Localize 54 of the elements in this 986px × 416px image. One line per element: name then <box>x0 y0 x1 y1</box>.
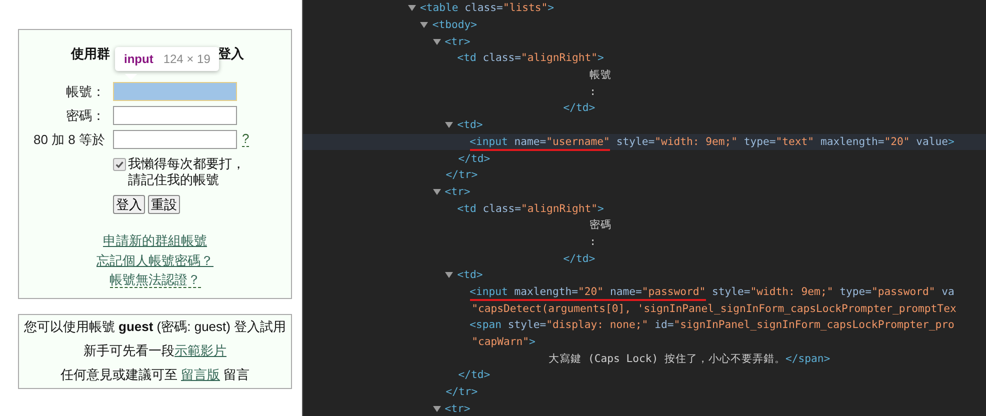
help-link[interactable]: 申請新的群組帳號 <box>103 232 207 250</box>
code-line[interactable]: </td> <box>563 102 596 114</box>
tooltip-pointer-icon <box>125 74 137 80</box>
expand-arrow-icon[interactable] <box>408 4 416 12</box>
code-line[interactable]: </td> <box>458 152 490 165</box>
expand-arrow-icon[interactable] <box>445 271 454 280</box>
code-line[interactable]: <td class="alignRight"> <box>457 52 604 64</box>
remember-label: 我懶得每次都要打，請記住我的帳號 <box>128 156 246 188</box>
code-line[interactable]: <tr> <box>444 186 470 198</box>
code-line[interactable]: <td class="alignRight"> <box>457 202 604 215</box>
guest-note: 您可以使用帳號 guest (密碼: guest) 登入試用 <box>24 318 286 336</box>
form-button[interactable]: 登入 <box>113 195 145 214</box>
expand-arrow-icon[interactable] <box>432 38 441 46</box>
code-line[interactable]: </td> <box>458 369 490 382</box>
help-link[interactable]: ? <box>242 132 250 147</box>
code-line[interactable]: <tr> <box>444 402 470 415</box>
code-line[interactable]: <span style="display: none;" id="signInPanel_signInForm_capsLockPrompter_pro <box>470 319 954 332</box>
help-link[interactable]: 帳號無法認證？ <box>110 272 200 288</box>
code-line[interactable]: "capWarn"> <box>472 336 536 348</box>
code-line[interactable]: <td> <box>457 119 483 132</box>
input-field[interactable] <box>113 82 237 101</box>
code-line[interactable]: : <box>590 86 596 98</box>
input-field[interactable] <box>113 130 237 149</box>
code-line[interactable]: 大寫鍵 (Caps Lock) 按住了，小心不要弄錯。</span> <box>548 352 830 366</box>
video-note: 新手可先看一段示範影片 <box>84 342 226 360</box>
code-line[interactable]: <table class="lists"> <box>420 2 554 14</box>
form-button[interactable]: 重設 <box>148 195 180 214</box>
code-line[interactable]: <tbody> <box>432 19 478 32</box>
video-link[interactable]: 示範影片 <box>174 343 226 358</box>
expand-arrow-icon[interactable] <box>432 188 441 196</box>
field-label: 80 加 8 等於 <box>32 130 106 148</box>
expand-arrow-icon[interactable] <box>445 121 454 130</box>
code-line[interactable]: 密碼 <box>590 218 612 232</box>
code-line[interactable]: <input maxlength="20" name="password" style="width: 9em;" type="password" va <box>470 286 954 298</box>
code-line[interactable]: <tr> <box>444 36 470 48</box>
field-label: 帳號： <box>65 82 106 100</box>
panel-title: 使用群 <box>71 45 110 63</box>
element-tooltip: input 124 × 19 <box>115 47 220 71</box>
code-line[interactable]: </td> <box>563 252 596 265</box>
expand-arrow-icon[interactable] <box>432 404 441 413</box>
code-line[interactable]: "capsDetect(arguments[0], 'signInPanel_signInForm_capsLockPrompter_promptTex <box>472 302 956 315</box>
help-link[interactable]: 忘記個人帳號密碼？ <box>96 252 214 270</box>
code-line[interactable]: : <box>590 236 596 248</box>
feedback-note: 任何意見或建議可至 留言版 留言 <box>60 366 250 384</box>
field-label: 密碼： <box>65 106 106 124</box>
expand-arrow-icon[interactable] <box>420 21 428 30</box>
remember-checkbox[interactable] <box>113 158 126 171</box>
guestbook-link[interactable]: 留言版 <box>181 367 220 382</box>
code-line[interactable]: </tr> <box>446 386 478 398</box>
input-field[interactable] <box>113 106 237 125</box>
panel-title: 登入 <box>218 45 244 63</box>
code-line[interactable]: </tr> <box>446 169 478 182</box>
code-line[interactable]: <td> <box>457 269 483 282</box>
code-line[interactable]: 帳號 <box>590 68 612 82</box>
